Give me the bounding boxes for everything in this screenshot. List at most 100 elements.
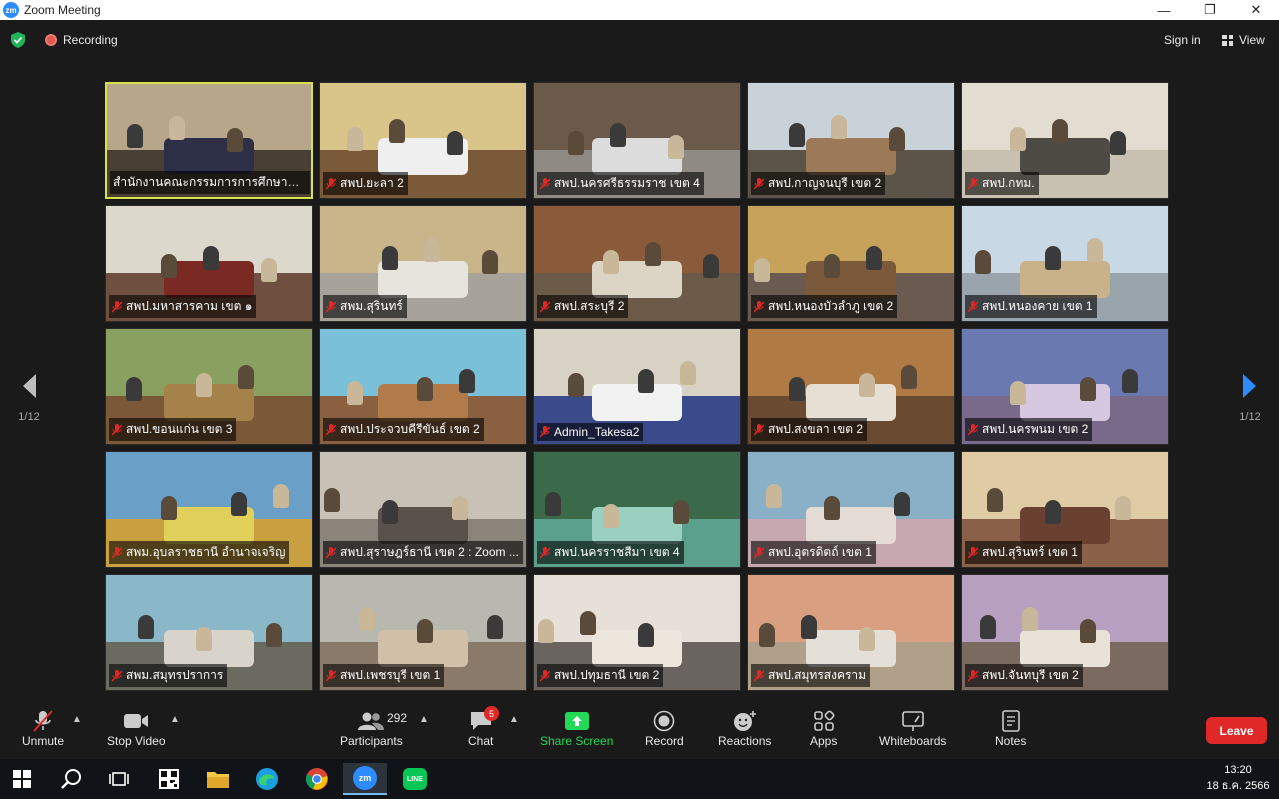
participant-video-tile[interactable]: สพป.ขอนแก่น เขต 3 bbox=[105, 328, 313, 445]
participant-video-tile[interactable]: สพป.สงขลา เขต 2 bbox=[747, 328, 955, 445]
muted-mic-icon bbox=[754, 177, 764, 189]
participant-name: สำนักงานคณะกรรมการการศึกษาขั้นพื้... bbox=[113, 175, 306, 189]
participant-video-tile[interactable]: สพม.สุรินทร์ bbox=[319, 205, 527, 322]
participant-video-tile[interactable]: สพป.ปทุมธานี เขต 2 bbox=[533, 574, 741, 691]
participant-video-tile[interactable]: สพป.นครศรีธรรมราช เขต 4 bbox=[533, 82, 741, 199]
participant-name-label: สพป.นครราชสีมา เขต 4 bbox=[537, 541, 684, 564]
participant-video-tile[interactable]: สพป.สุรินทร์ เขต 1 bbox=[961, 451, 1169, 568]
notes-label: Notes bbox=[995, 734, 1027, 748]
line-icon[interactable]: LINE bbox=[393, 763, 437, 795]
edge-icon[interactable] bbox=[245, 763, 289, 795]
recording-label: Recording bbox=[63, 33, 118, 47]
chrome-icon[interactable] bbox=[295, 763, 339, 795]
participant-count: 292 bbox=[387, 711, 408, 725]
chevron-right-icon[interactable] bbox=[1241, 372, 1259, 400]
participant-name-label: สพป.นครพนม เขต 2 bbox=[965, 418, 1093, 441]
video-options-caret-icon[interactable]: ▲ bbox=[170, 714, 180, 725]
previous-page-control[interactable]: 1/12 bbox=[16, 372, 42, 423]
whiteboards-button[interactable]: Whiteboards bbox=[879, 708, 946, 748]
participant-video-tile[interactable]: สพม.สมุทรปราการ bbox=[105, 574, 313, 691]
participant-name-label: Admin_Takesa2 bbox=[537, 423, 644, 441]
participant-name-label: สพป.นครศรีธรรมราช เขต 4 bbox=[537, 172, 704, 195]
participant-name-label: สพม.สุรินทร์ bbox=[323, 295, 407, 318]
chevron-left-icon[interactable] bbox=[20, 372, 38, 400]
participant-name: สพป.นครศรีธรรมราช เขต 4 bbox=[554, 176, 700, 190]
participant-video-tile[interactable]: สพป.นครพนม เขต 2 bbox=[961, 328, 1169, 445]
recording-indicator[interactable]: Recording bbox=[45, 33, 118, 47]
unmute-button[interactable]: Unmute bbox=[22, 708, 64, 748]
participant-video-tile[interactable]: สพป.หนองบัวลำภู เขต 2 bbox=[747, 205, 955, 322]
participant-name-label: สพป.กาญจนบุรี เขต 2 bbox=[751, 172, 886, 195]
participant-video-tile[interactable]: สพป.นครราชสีมา เขต 4 bbox=[533, 451, 741, 568]
participant-video-tile[interactable]: สพป.กาญจนบุรี เขต 2 bbox=[747, 82, 955, 199]
participant-name: สพป.นครราชสีมา เขต 4 bbox=[554, 545, 680, 559]
reactions-button[interactable]: Reactions bbox=[718, 708, 771, 748]
notes-icon bbox=[1001, 708, 1021, 734]
file-explorer-icon[interactable] bbox=[196, 763, 240, 795]
stop-video-button[interactable]: Stop Video bbox=[107, 708, 166, 748]
clock-date: 18 ธ.ค. 2566 bbox=[1206, 780, 1270, 792]
restore-button[interactable]: ❐ bbox=[1187, 0, 1233, 20]
participant-video-tile[interactable]: สพป.สุราษฎร์ธานี เขต 2 : Zoom ... bbox=[319, 451, 527, 568]
participant-video-tile[interactable]: สพป.สมุทรสงคราม bbox=[747, 574, 955, 691]
leave-button[interactable]: Leave bbox=[1206, 717, 1267, 744]
participant-name: สพป.อุตรดิตถ์ เขต 1 bbox=[768, 545, 872, 559]
chat-caret-icon[interactable]: ▲ bbox=[509, 714, 519, 725]
muted-mic-icon bbox=[326, 423, 336, 435]
participant-name-label: สพป.สุรินทร์ เขต 1 bbox=[965, 541, 1082, 564]
system-clock[interactable]: 13:20 18 ธ.ค. 2566 bbox=[1200, 762, 1276, 794]
smiley-face-icon bbox=[733, 708, 757, 734]
notes-button[interactable]: Notes bbox=[995, 708, 1026, 748]
participant-video-tile[interactable]: สพป.สระบุรี 2 bbox=[533, 205, 741, 322]
windows-start-icon[interactable] bbox=[0, 763, 44, 795]
participants-label: Participants bbox=[340, 734, 403, 748]
close-button[interactable]: ✕ bbox=[1233, 0, 1279, 20]
participant-video-tile[interactable]: Admin_Takesa2 bbox=[533, 328, 741, 445]
participant-video-tile[interactable]: สพป.ยะลา 2 bbox=[319, 82, 527, 199]
participant-video-tile[interactable]: สพป.อุตรดิตถ์ เขต 1 bbox=[747, 451, 955, 568]
record-icon bbox=[653, 708, 675, 734]
participant-video-tile[interactable]: สพป.หนองคาย เขต 1 bbox=[961, 205, 1169, 322]
record-button[interactable]: Record bbox=[645, 708, 684, 748]
participant-video-tile[interactable]: สำนักงานคณะกรรมการการศึกษาขั้นพื้... bbox=[105, 82, 313, 199]
sign-in-button[interactable]: Sign in bbox=[1154, 29, 1211, 51]
participant-name-label: สพป.มหาสารคาม เขต ๑ bbox=[109, 295, 257, 318]
participants-icon bbox=[357, 708, 385, 734]
participant-name-label: สพป.สุราษฎร์ธานี เขต 2 : Zoom ... bbox=[323, 541, 523, 564]
task-view-icon[interactable] bbox=[97, 763, 141, 795]
participant-video-tile[interactable]: สพป.มหาสารคาม เขต ๑ bbox=[105, 205, 313, 322]
participant-name: สพป.กาญจนบุรี เขต 2 bbox=[768, 176, 882, 190]
next-page-control[interactable]: 1/12 bbox=[1237, 372, 1263, 423]
participant-name: สพป.ขอนแก่น เขต 3 bbox=[126, 422, 233, 436]
qr-app-icon[interactable] bbox=[147, 763, 191, 795]
participants-caret-icon[interactable]: ▲ bbox=[419, 714, 429, 725]
participant-name-label: สพม.อุบลราชธานี อำนาจเจริญ bbox=[109, 541, 290, 564]
zoom-icon[interactable]: zm bbox=[343, 763, 387, 795]
participant-name: Admin_Takesa2 bbox=[554, 425, 640, 439]
view-button[interactable]: View bbox=[1214, 29, 1273, 51]
apps-button[interactable]: Apps bbox=[810, 708, 837, 748]
encryption-shield-icon[interactable] bbox=[11, 32, 25, 48]
muted-mic-icon bbox=[326, 177, 336, 189]
muted-mic-icon bbox=[754, 300, 764, 312]
chat-label: Chat bbox=[468, 734, 494, 748]
muted-mic-icon bbox=[540, 426, 550, 438]
audio-options-caret-icon[interactable]: ▲ bbox=[72, 714, 82, 725]
participant-video-tile[interactable]: สพป.จันทบุรี เขต 2 bbox=[961, 574, 1169, 691]
search-icon[interactable] bbox=[49, 763, 93, 795]
participant-name-label: สพป.หนองคาย เขต 1 bbox=[965, 295, 1097, 318]
participant-name-label: สำนักงานคณะกรรมการการศึกษาขั้นพื้... bbox=[110, 171, 310, 194]
participant-video-tile[interactable]: สพม.อุบลราชธานี อำนาจเจริญ bbox=[105, 451, 313, 568]
participant-name: สพป.หนองคาย เขต 1 bbox=[982, 299, 1093, 313]
participant-video-tile[interactable]: สพป.กทม. bbox=[961, 82, 1169, 199]
page-indicator-right: 1/12 bbox=[1239, 411, 1261, 423]
participant-video-tile[interactable]: สพป.เพชรบุรี เขต 1 bbox=[319, 574, 527, 691]
share-screen-button[interactable]: Share Screen bbox=[540, 708, 613, 748]
participant-video-tile[interactable]: สพป.ประจวบคีรีขันธ์ เขต 2 bbox=[319, 328, 527, 445]
muted-microphone-icon bbox=[31, 708, 55, 734]
minimize-button[interactable]: — bbox=[1141, 0, 1187, 20]
participant-name-label: สพป.ขอนแก่น เขต 3 bbox=[109, 418, 237, 441]
muted-mic-icon bbox=[540, 546, 550, 558]
participant-name: สพป.นครพนม เขต 2 bbox=[982, 422, 1089, 436]
participant-name-label: สพป.ยะลา 2 bbox=[323, 172, 408, 195]
